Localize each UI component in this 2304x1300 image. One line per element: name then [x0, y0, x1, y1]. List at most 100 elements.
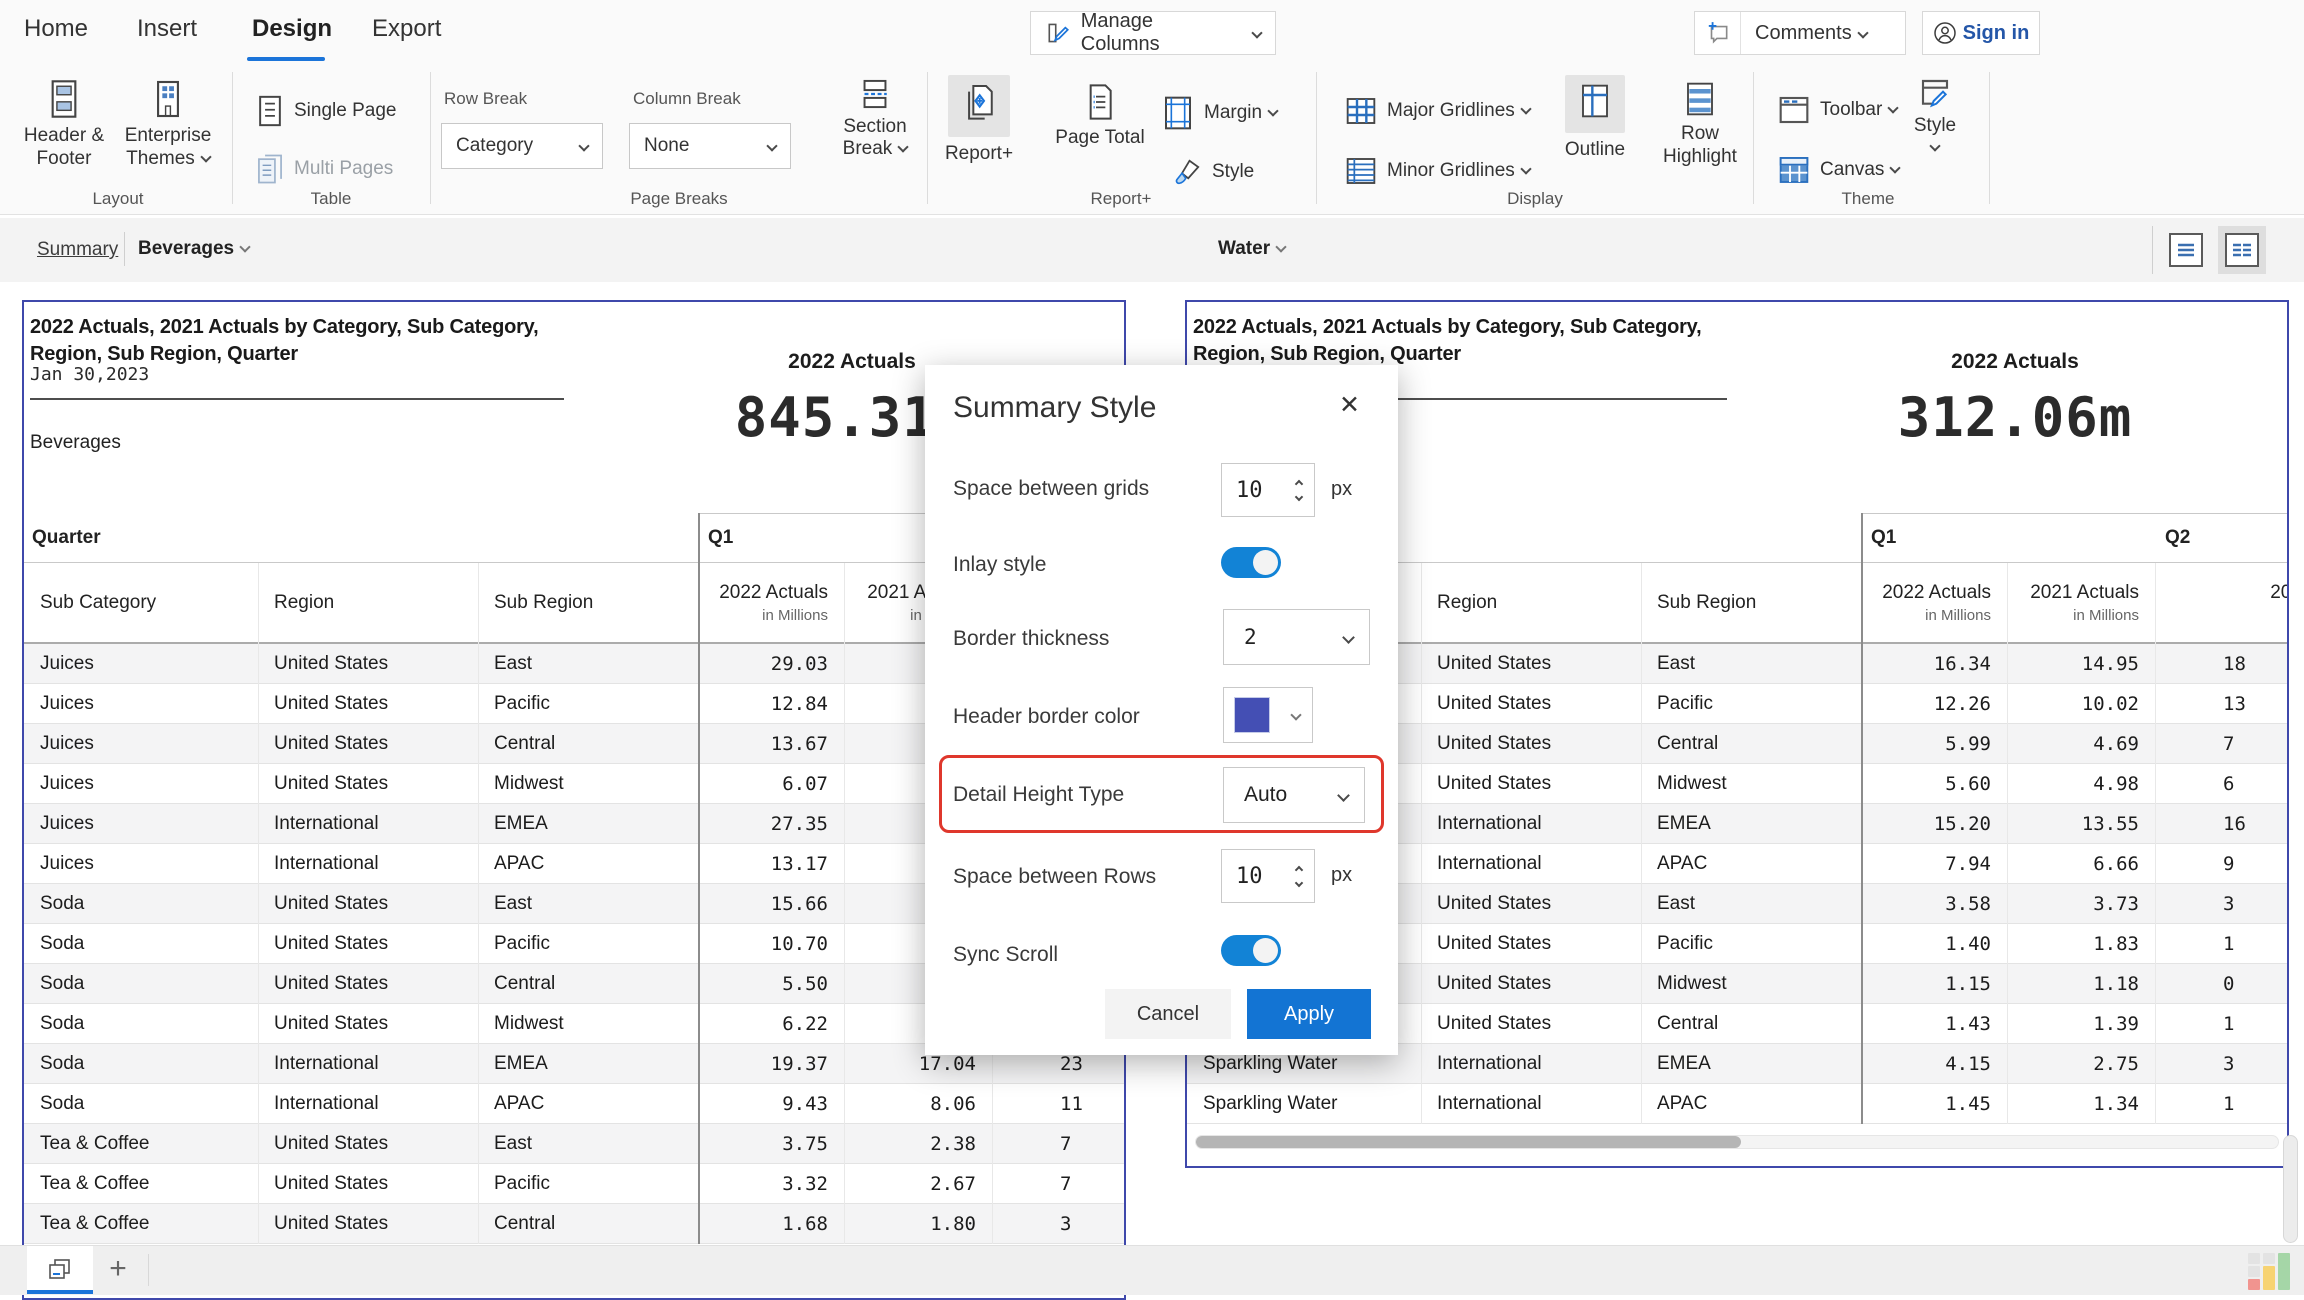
menu-bar: Home Insert Design Export Manage Columns…	[0, 0, 2304, 65]
cell-q2-2022: 3	[2155, 1053, 2287, 1075]
stepper-arrows[interactable]	[1296, 481, 1302, 500]
manage-columns-button[interactable]: Manage Columns	[1030, 11, 1276, 55]
cancel-button[interactable]: Cancel	[1105, 989, 1231, 1039]
header-border-color-picker[interactable]	[1223, 687, 1313, 743]
stepper-up-icon[interactable]	[1295, 865, 1303, 873]
cell-region: United States	[258, 1173, 478, 1195]
group-separator	[1316, 72, 1317, 204]
cell-sub-category: Juices	[24, 733, 258, 755]
cell-sub-region: EMEA	[1641, 1053, 1861, 1075]
chevron-down-icon	[1890, 162, 1901, 173]
theme-canvas-button[interactable]: Canvas	[1778, 155, 1899, 185]
comments-button[interactable]: Comments	[1694, 11, 1906, 55]
chevron-down-icon	[1290, 709, 1301, 720]
theme-style-button[interactable]: Style	[1896, 77, 1974, 150]
report-plus-icon	[962, 83, 996, 123]
menu-design[interactable]: Design	[252, 15, 332, 43]
chevron-down-icon	[766, 140, 777, 151]
q2-group-header: Q2	[2155, 513, 2287, 562]
cell-sub-category: Tea & Coffee	[24, 1213, 258, 1235]
cell-q1-2021: 14.95	[2007, 653, 2155, 675]
column-break-value: None	[644, 135, 689, 157]
margin-icon	[1162, 95, 1194, 131]
inlay-style-toggle[interactable]	[1221, 547, 1281, 578]
stepper-up-icon[interactable]	[1295, 479, 1303, 487]
cell-q1-2022: 15.20	[1861, 813, 2007, 835]
row-highlight-button[interactable]: Row Highlight	[1650, 81, 1750, 168]
tab-beverages[interactable]: Beverages	[138, 238, 249, 260]
cell-sub-category: Soda	[24, 973, 258, 995]
minor-gridlines-button[interactable]: Minor Gridlines	[1345, 155, 1530, 187]
cell-q2-2022: 1	[2155, 1093, 2287, 1115]
border-thickness-select[interactable]: 2	[1223, 609, 1370, 665]
cell-q1-2022: 16.34	[1861, 653, 2007, 675]
cell-q1-2021: 1.39	[2007, 1013, 2155, 1035]
theme-toolbar-button[interactable]: Toolbar	[1778, 95, 1897, 125]
chart-preview-icon[interactable]	[2248, 1252, 2294, 1290]
single-page-button[interactable]: Single Page	[256, 95, 396, 127]
space-between-grids-stepper[interactable]: 10	[1221, 463, 1315, 517]
pages-icon	[47, 1257, 73, 1281]
scrollbar-thumb[interactable]	[1196, 1136, 1741, 1148]
margin-button[interactable]: Margin	[1162, 95, 1277, 131]
report-style-button[interactable]: Style	[1172, 157, 1254, 187]
group-separator	[232, 72, 233, 204]
header-footer-button[interactable]: Header & Footer	[14, 79, 114, 170]
cell-region: United States	[258, 933, 478, 955]
column-separator	[1421, 563, 1422, 1124]
single-view-button[interactable]	[2162, 226, 2210, 274]
cell-q1-2022: 6.22	[698, 1013, 844, 1035]
cell-q1-2022: 13.67	[698, 733, 844, 755]
horizontal-scrollbar[interactable]	[1195, 1135, 2279, 1149]
cell-sub-region: Pacific	[1641, 693, 1861, 715]
tab-water[interactable]: Water	[1218, 238, 1285, 260]
cell-region: United States	[1421, 933, 1641, 955]
add-sheet-button[interactable]: +	[100, 1250, 136, 1288]
cell-q1-2022: 27.35	[698, 813, 844, 835]
cell-sub-region: Pacific	[478, 1173, 698, 1195]
measure-title: 2022 Actuals	[2270, 582, 2287, 604]
row-break-select[interactable]: Category	[441, 123, 603, 169]
column-break-select[interactable]: None	[629, 123, 791, 169]
apply-button[interactable]: Apply	[1247, 989, 1371, 1039]
tab-summary[interactable]: Summary	[37, 239, 118, 261]
cell-sub-category: Sparkling Water	[1187, 1053, 1421, 1075]
close-icon[interactable]: ✕	[1339, 393, 1360, 418]
chevron-down-icon	[1520, 103, 1531, 114]
cell-sub-region: East	[478, 653, 698, 675]
chevron-down-icon	[1342, 631, 1355, 644]
cell-q1-2022: 6.07	[698, 773, 844, 795]
section-break-button[interactable]: Section Break	[832, 77, 918, 160]
stepper-arrows[interactable]	[1296, 867, 1302, 886]
outline-button[interactable]: Outline	[1556, 75, 1634, 161]
report-plus-button[interactable]: Report+	[938, 75, 1020, 165]
split-view-button[interactable]	[2218, 226, 2266, 274]
column-header: Region	[1421, 563, 1641, 642]
column-separator	[844, 563, 845, 1244]
chevron-down-icon	[239, 241, 250, 252]
space-between-rows-stepper[interactable]: 10	[1221, 849, 1315, 903]
sync-scroll-toggle[interactable]	[1221, 935, 1281, 966]
outline-icon	[1579, 83, 1611, 119]
measure-title: 2022 Actuals	[719, 582, 828, 604]
cell-q2-2022: 13	[2155, 693, 2287, 715]
menu-home[interactable]: Home	[24, 15, 88, 43]
multi-pages-button[interactable]: Multi Pages	[256, 153, 393, 185]
group-separator	[1753, 72, 1754, 204]
major-gridlines-button[interactable]: Major Gridlines	[1345, 95, 1530, 127]
menu-export[interactable]: Export	[372, 15, 441, 43]
cell-q2-2022: 3	[2155, 893, 2287, 915]
detail-height-type-select[interactable]: Auto	[1223, 767, 1365, 823]
cell-region: United States	[1421, 653, 1641, 675]
menu-insert[interactable]: Insert	[137, 15, 197, 43]
vertical-scrollbar-thumb[interactable]	[2283, 1135, 2298, 1243]
cell-q1-2021: 10.02	[2007, 693, 2155, 715]
add-comment-icon[interactable]	[1695, 12, 1741, 54]
stepper-down-icon[interactable]	[1295, 878, 1303, 886]
stepper-down-icon[interactable]	[1295, 492, 1303, 500]
cell-q2-2022: 3	[992, 1213, 1124, 1235]
sign-in-button[interactable]: Sign in	[1922, 11, 2040, 55]
page-total-button[interactable]: Page Total	[1040, 83, 1160, 149]
enterprise-themes-button[interactable]: Enterprise Themes	[114, 79, 222, 170]
active-sheet-tab[interactable]	[27, 1246, 93, 1292]
